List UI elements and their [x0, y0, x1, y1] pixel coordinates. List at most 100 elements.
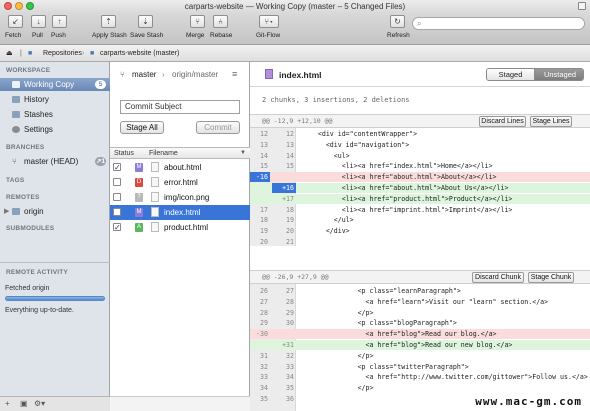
status-column-header[interactable]: Status — [114, 148, 134, 159]
diff-line[interactable]: 15 15 <li><a href="index.html">Home</a></… — [250, 161, 590, 171]
square-icon[interactable]: ▣ — [20, 399, 28, 408]
diff-line[interactable]: +31 <a href="blog">Read our new blog.</a… — [250, 340, 590, 351]
file-row[interactable]: ✓ Aproduct.html — [110, 220, 250, 235]
add-icon[interactable]: + — [5, 399, 10, 408]
old-line-number: 29 — [260, 319, 268, 328]
discard-chunk-button[interactable]: Discard Chunk — [472, 272, 524, 283]
stage-chunk-button[interactable]: Stage Chunk — [528, 272, 574, 283]
working-copy-icon — [12, 81, 20, 88]
file-row[interactable]: Derror.html — [110, 175, 250, 190]
diff-line[interactable]: 27 28 <a href="learn">Visit our "learn" s… — [250, 297, 590, 307]
hunk-range: @@ -12,9 +12,10 @@ — [262, 117, 333, 125]
diff-line[interactable]: 29 30 <p class="blogParagraph"> — [250, 318, 590, 328]
eject-icon[interactable]: ⏏ — [6, 45, 13, 62]
merge-button[interactable]: ⑂ — [190, 15, 205, 28]
push-button[interactable]: ↑ — [52, 15, 67, 28]
commit-button[interactable]: Commit — [196, 121, 240, 134]
stage-checkbox[interactable] — [113, 208, 121, 216]
close-window-button[interactable] — [4, 2, 12, 10]
file-name: index.html — [164, 208, 201, 217]
git-flow-label: Git-Flow — [256, 32, 281, 39]
stage-all-button[interactable]: Stage All — [120, 121, 164, 134]
status-badge: A — [135, 223, 143, 232]
refresh-button[interactable]: ↻ — [390, 15, 405, 28]
breadcrumb-repositories[interactable]: Repositories — [43, 45, 82, 62]
sidebar-item-working-copy[interactable]: Working Copy 5 — [0, 78, 110, 91]
old-line-number: 35 — [260, 395, 268, 403]
refresh-label: Refresh — [387, 32, 410, 39]
pull-label: Pull — [32, 32, 43, 39]
new-line-number: 28 — [286, 297, 294, 306]
breadcrumb-repo[interactable]: carparts-website (master) — [100, 45, 179, 62]
file-list-header: Status Filename ▼ — [110, 147, 250, 159]
diff-line[interactable]: 34 35 </p> — [250, 383, 590, 393]
discard-lines-button[interactable]: Discard Lines — [479, 116, 526, 127]
diff-line[interactable]: 20 21 — [250, 237, 590, 247]
stage-checkbox[interactable] — [113, 178, 121, 186]
fetch-button[interactable]: ↙ — [8, 15, 23, 28]
stage-checkbox[interactable]: ✓ — [113, 163, 121, 172]
diff-line[interactable]: +16 <li><a href="about.html">About Us</a… — [250, 183, 590, 194]
minimize-window-button[interactable] — [15, 2, 23, 10]
sidebar-item-label: History — [24, 95, 49, 104]
diff-line[interactable]: 19 20 </div> — [250, 226, 590, 236]
diff-line[interactable]: 28 29 </p> — [250, 308, 590, 318]
file-row[interactable]: ✓ Mabout.html — [110, 160, 250, 175]
diff-line-code: <li><a href="index.html">Home</a></li> — [302, 162, 493, 171]
new-line-number: 21 — [286, 238, 294, 246]
rebase-label: Rebase — [210, 32, 233, 39]
history-icon — [12, 96, 20, 103]
tab-unstaged[interactable]: Unstaged — [535, 69, 583, 80]
sort-chevron-down-icon[interactable]: ▼ — [240, 148, 246, 159]
diff-line[interactable]: 31 32 </p> — [250, 351, 590, 361]
disclosure-triangle-icon[interactable]: ▶ — [4, 205, 9, 218]
diff-line-code: </div> — [302, 227, 350, 236]
diff-line[interactable]: +17 <li><a href="product.html">Product</… — [250, 193, 590, 205]
new-line-number: 13 — [286, 140, 294, 149]
upstream-branch: origin/master — [172, 70, 219, 79]
commit-subject-input[interactable]: Commit Subject — [120, 100, 240, 114]
gear-menu-icon[interactable]: ⚙▾ — [34, 399, 45, 408]
diff-line-code: </ul> — [302, 216, 354, 225]
sidebar-item-settings[interactable]: Settings — [0, 123, 110, 136]
diff-line-code: <div id="navigation"> — [302, 140, 410, 149]
diff-line[interactable]: 26 27 <p class="learnParagraph"> — [250, 286, 590, 296]
rebase-button[interactable]: ⑃ — [213, 15, 228, 28]
remote-activity-heading: REMOTE ACTIVITY — [6, 269, 68, 276]
stage-checkbox[interactable]: ✓ — [113, 223, 121, 232]
pull-button[interactable]: ↓ — [31, 15, 46, 28]
stage-lines-button[interactable]: Stage Lines — [530, 116, 572, 127]
diff-line[interactable]: -30 <a href="blog">Read our blog.</a> — [250, 329, 590, 340]
diff-line[interactable]: 12 12 <div id="contentWrapper"> — [250, 129, 590, 139]
file-row[interactable]: ? img/icon.png — [110, 190, 250, 205]
stage-checkbox[interactable] — [113, 193, 121, 201]
diff-line[interactable]: 32 33 <p class="twitterParagraph"> — [250, 362, 590, 372]
list-menu-icon[interactable]: ≡ — [232, 69, 237, 79]
diff-line[interactable]: -16 <li><a href="about.html">About</a></… — [250, 172, 590, 183]
diff-line[interactable]: 13 13 <div id="navigation"> — [250, 140, 590, 150]
tab-staged[interactable]: Staged — [487, 69, 535, 80]
sidebar-item-remote-origin[interactable]: ▶ origin — [0, 205, 110, 218]
diff-line[interactable]: 17 18 <li><a href="imprint.html">Imprint<… — [250, 205, 590, 215]
diff-line[interactable]: 33 34 <a href="http://www.twitter.com/git… — [250, 372, 590, 382]
old-line-number: 20 — [260, 238, 268, 246]
diff-line-code: </p> — [302, 384, 374, 393]
old-line-number: 15 — [260, 162, 268, 171]
file-row[interactable]: Mindex.html — [110, 205, 250, 220]
fullscreen-icon[interactable] — [578, 2, 586, 10]
tags-heading: TAGS — [6, 177, 25, 184]
filename-column-header[interactable]: Filename — [149, 148, 178, 159]
zoom-window-button[interactable] — [26, 2, 34, 10]
sidebar-item-branch-master[interactable]: ⑂ master (HEAD) ↗1 — [0, 155, 110, 168]
diff-line[interactable]: 18 19 </ul> — [250, 215, 590, 225]
sidebar-item-history[interactable]: History — [0, 93, 110, 106]
git-flow-button[interactable]: ⑂▾ — [259, 15, 279, 28]
diff-filename: index.html — [279, 70, 322, 80]
search-input[interactable]: ⌕ — [412, 17, 585, 30]
old-line-number: 19 — [260, 227, 268, 236]
sidebar-item-stashes[interactable]: Stashes — [0, 108, 110, 121]
save-stash-button[interactable]: ⇣ — [138, 15, 153, 28]
old-line-number: 13 — [260, 140, 268, 149]
apply-stash-button[interactable]: ⇡ — [101, 15, 116, 28]
diff-line[interactable]: 14 14 <ul> — [250, 151, 590, 161]
